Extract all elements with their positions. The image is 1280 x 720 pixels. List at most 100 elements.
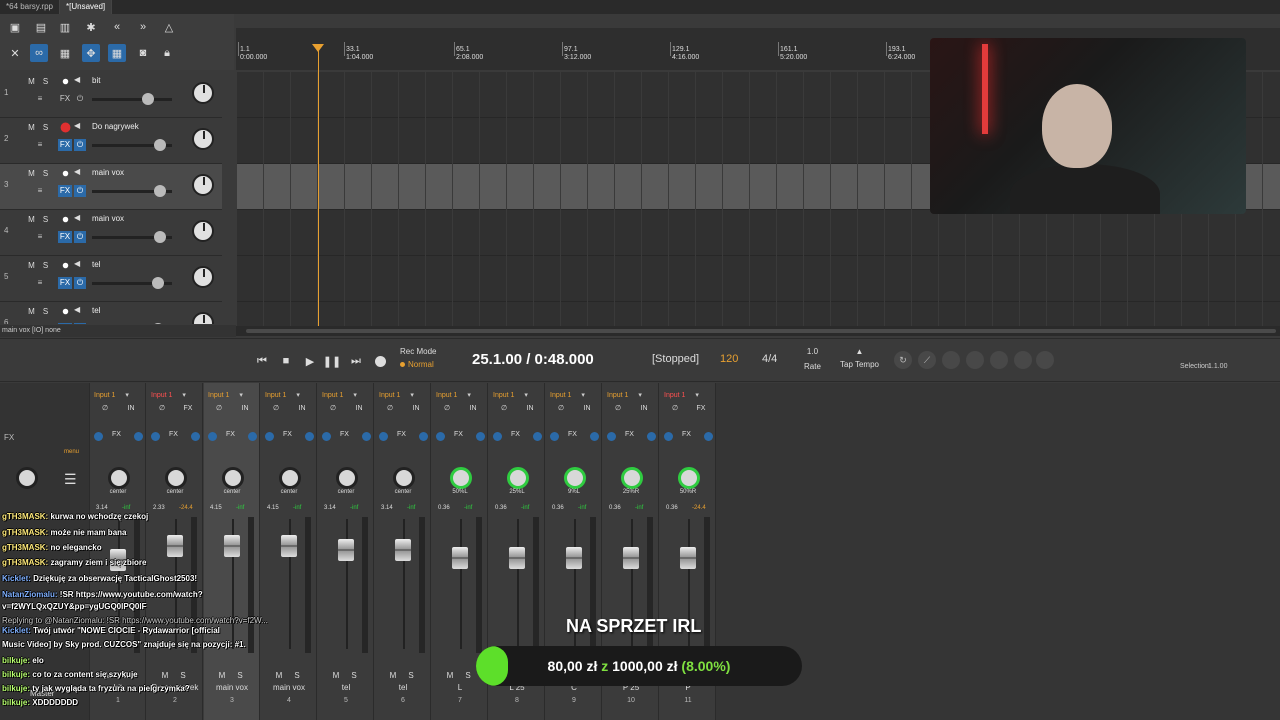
mute-button[interactable]: M [444,671,456,681]
input-selector[interactable]: Input 1 ▾ [607,391,642,399]
routing-icon[interactable]: ≡ [30,140,50,150]
volume-fader[interactable] [92,185,172,197]
track-lane[interactable] [236,210,1280,256]
input-selector[interactable]: Input 1 ▾ [94,391,129,399]
toggle-button[interactable] [1036,351,1054,369]
fader-knob[interactable] [154,231,166,243]
fader-knob[interactable] [152,323,164,324]
fx-power-icon[interactable] [191,432,200,441]
fx-bypass-icon[interactable]: ⏻ [74,139,86,151]
go-to-start-icon[interactable]: ⏮ [252,351,272,371]
mute-button[interactable]: M [330,671,342,681]
go-to-end-icon[interactable]: ⏭ [346,351,366,371]
input-monitor-button[interactable]: IN [580,403,594,415]
input-selector[interactable]: Input 1 ▾ [550,391,585,399]
fx-power-icon[interactable] [134,432,143,441]
horizontal-scrollbar[interactable] [236,326,1280,336]
speaker-icon[interactable]: ◀ [74,75,85,86]
fx-button[interactable]: FX [58,93,72,105]
fx-button[interactable]: FX [511,431,520,438]
mute-button[interactable]: M [26,260,37,271]
fx-bypass-icon[interactable]: ⏻ [74,231,86,243]
track-name[interactable]: tel [92,260,100,269]
fx-button[interactable]: FX [58,139,72,151]
fx-power-icon[interactable] [590,432,599,441]
fader-knob[interactable] [152,277,164,289]
project-tab[interactable]: *64 barsy.rpp [0,0,60,14]
speaker-icon[interactable]: ◀ [74,167,85,178]
pan-knob[interactable] [108,467,130,489]
phase-icon[interactable]: ∅ [554,403,568,415]
mute-button[interactable]: M [26,122,37,133]
fx-button[interactable]: FX [454,431,463,438]
track-name[interactable]: Do nagrywek [92,122,139,131]
fx-button[interactable]: FX [58,231,72,243]
fx-power-icon[interactable] [208,432,217,441]
track-lane[interactable] [236,302,1280,326]
phase-icon[interactable]: ∅ [98,403,112,415]
solo-button[interactable]: S [462,671,474,681]
new-project-icon[interactable]: ▣ [6,18,24,36]
fx-button[interactable]: FX [58,323,72,324]
pan-knob[interactable] [450,467,472,489]
fx-power-icon[interactable] [322,432,331,441]
mute-button[interactable]: M [26,214,37,225]
time-signature-field[interactable]: 4/4 [762,353,777,365]
record-icon[interactable] [370,351,390,371]
fx-button[interactable]: FX [397,431,406,438]
solo-button[interactable]: S [40,306,51,317]
solo-button[interactable]: S [405,671,417,681]
fx-button[interactable]: FX [112,431,121,438]
pan-knob[interactable] [564,467,586,489]
tap-tempo-button[interactable]: ▲ Tap Tempo [840,347,879,369]
pan-knob[interactable] [336,467,358,489]
rec-mode[interactable]: Rec Mode Normal [400,347,436,369]
solo-button[interactable]: S [40,168,51,179]
record-arm-icon[interactable] [62,78,69,85]
scrollbar-thumb[interactable] [246,329,1276,333]
pan-knob[interactable] [192,174,214,196]
stop-icon[interactable]: ■ [276,351,296,371]
input-selector[interactable]: Input 1 ▾ [265,391,300,399]
camera-icon[interactable]: ◙ [134,44,152,62]
automation-icon[interactable]: ⟋ [918,351,936,369]
phase-icon[interactable]: ∅ [269,403,283,415]
track-name[interactable]: main vox [92,168,124,177]
fader-knob[interactable] [154,139,166,151]
phase-icon[interactable]: ∅ [383,403,397,415]
fx-power-icon[interactable] [476,432,485,441]
routing-icon[interactable]: ≡ [30,94,50,104]
solo-button[interactable]: S [348,671,360,681]
pause-icon[interactable]: ❚❚ [322,351,342,371]
phase-icon[interactable]: ∅ [155,403,169,415]
speaker-icon[interactable]: ◀ [74,305,85,316]
input-selector[interactable]: Input 1 ▾ [151,391,186,399]
speaker-icon[interactable]: ◀ [74,213,85,224]
fx-button[interactable]: FX [340,431,349,438]
save-icon[interactable]: ▥ [56,18,74,36]
volume-fader[interactable] [92,277,172,289]
fx-power-icon[interactable] [305,432,314,441]
fx-bypass-icon[interactable]: ⏻ [74,185,86,197]
project-tab-active[interactable]: *[Unsaved] [60,0,113,14]
master-pan-knob[interactable] [16,467,38,489]
routing-icon[interactable]: ≡ [30,232,50,242]
fx-bypass-icon[interactable]: ⏻ [74,93,86,105]
track-header[interactable]: 2 M S ◀ Do nagrywek ≡ FX ⏻ [0,118,222,164]
pan-knob[interactable] [192,128,214,150]
input-monitor-button[interactable]: IN [238,403,252,415]
fx-power-icon[interactable] [533,432,542,441]
pan-knob[interactable] [621,467,643,489]
fx-power-icon[interactable] [436,432,445,441]
pan-knob[interactable] [192,266,214,288]
record-arm-icon[interactable] [62,170,69,177]
pan-knob[interactable] [192,220,214,242]
fx-power-icon[interactable] [704,432,713,441]
play-icon[interactable]: ▶ [300,351,320,371]
input-monitor-button[interactable]: IN [352,403,366,415]
fx-button[interactable]: FX [682,431,691,438]
fader-knob[interactable] [154,185,166,197]
rewind-icon[interactable]: « [108,18,126,36]
fader-track[interactable] [517,519,519,649]
mixer-menu-label[interactable]: menu [64,449,79,455]
